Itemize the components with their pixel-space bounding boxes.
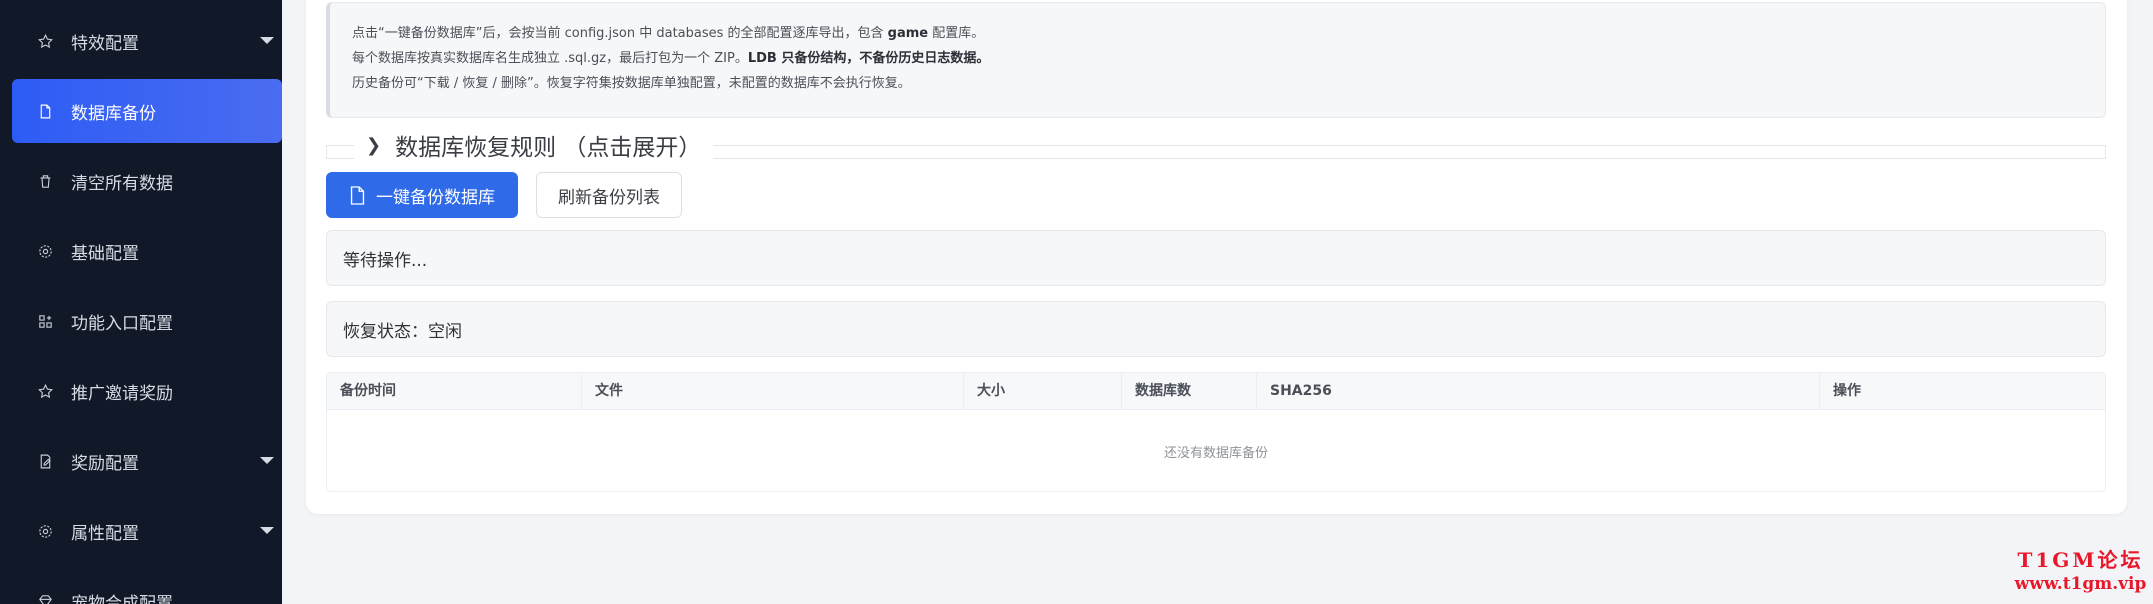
column-file: 文件: [582, 373, 964, 410]
sidebar-item-feature-entry[interactable]: 功能入口配置: [12, 289, 282, 353]
table-empty-text: 还没有数据库备份: [1163, 445, 1268, 461]
watermark: T1GM论坛 www.t1gm.vip: [2008, 548, 2153, 596]
grid-icon: [35, 311, 55, 331]
column-actions: 操作: [1833, 383, 1861, 399]
trash-icon: [35, 171, 55, 191]
document-icon: [35, 101, 55, 121]
notice-line-3: 历史备份可“下载 / 恢复 / 删除”。恢复字符集按数据库单独配置，未配置的数据…: [352, 76, 911, 91]
sidebar-item-effects[interactable]: 特效配置: [12, 9, 282, 73]
restore-rules-collapse[interactable]: ❯ 数据库恢复规则 （点击展开）: [326, 131, 2106, 161]
document-icon: [350, 185, 365, 205]
sidebar-item-invite-reward[interactable]: 推广邀请奖励: [12, 359, 282, 423]
backup-table: 备份时间 文件 大小 数据库数 SHA256 操作 还没有数据库备份: [326, 372, 2106, 492]
sidebar-item-basic-config[interactable]: 基础配置: [12, 219, 282, 283]
backup-database-button[interactable]: 一键备份数据库: [326, 172, 518, 218]
column-size: 大小: [964, 373, 1122, 410]
notice-line-2: 每个数据库按真实数据库名生成独立 .sql.gz，最后打包为一个 ZIP。LDB…: [352, 51, 990, 66]
sidebar-item-label: 基础配置: [71, 243, 139, 264]
chevron-down-icon: [260, 37, 274, 44]
edit-icon: [35, 451, 55, 471]
star-icon: [35, 381, 55, 401]
watermark-line-1: T1GM论坛: [2017, 548, 2144, 572]
column-db-count: 数据库数: [1122, 373, 1257, 410]
sidebar-item-label: 功能入口配置: [71, 313, 173, 334]
sidebar-item-label: 奖励配置: [71, 453, 139, 474]
sidebar-item-label: 推广邀请奖励: [71, 383, 173, 404]
chevron-down-icon: [260, 457, 274, 464]
sidebar-item-pet-synthesis[interactable]: 宠物合成配置: [12, 569, 282, 604]
sidebar-item-label: 宠物合成配置: [71, 593, 173, 604]
sidebar-item-db-backup[interactable]: 数据库备份: [12, 79, 282, 143]
backup-notice: 点击“一键备份数据库”后，会按当前 config.json 中 database…: [326, 2, 2106, 118]
sidebar: 特效配置 数据库备份 清空所有数据 基础配置 功能入口配置 推广邀请奖励 奖励配…: [0, 0, 282, 604]
sidebar-item-label: 属性配置: [71, 523, 139, 544]
restore-rules-label: 数据库恢复规则 （点击展开）: [395, 135, 702, 161]
gem-icon: [35, 591, 55, 604]
gear-icon: [35, 241, 55, 261]
gear-icon: [35, 521, 55, 541]
column-sha256: SHA256: [1257, 373, 1820, 410]
sidebar-item-attribute-config[interactable]: 属性配置: [12, 499, 282, 563]
sidebar-item-label: 数据库备份: [71, 103, 156, 124]
watermark-line-2: www.t1gm.vip: [2014, 574, 2147, 594]
sidebar-item-clear-data[interactable]: 清空所有数据: [12, 149, 282, 213]
operation-status: 等待操作...: [326, 230, 2106, 286]
sidebar-item-label: 特效配置: [71, 33, 139, 54]
sidebar-item-label: 清空所有数据: [71, 173, 173, 194]
chevron-right-icon: ❯: [366, 134, 382, 156]
column-backup-time: 备份时间: [327, 373, 582, 410]
refresh-backup-list-button[interactable]: 刷新备份列表: [536, 172, 682, 218]
chevron-down-icon: [260, 527, 274, 534]
backup-panel: 点击“一键备份数据库”后，会按当前 config.json 中 database…: [306, 0, 2127, 514]
sidebar-item-reward-config[interactable]: 奖励配置: [12, 429, 282, 493]
star-icon: [35, 31, 55, 51]
table-header: 备份时间 文件 大小 数据库数 SHA256 操作: [327, 373, 2105, 410]
notice-line-1: 点击“一键备份数据库”后，会按当前 config.json 中 database…: [352, 26, 985, 41]
restore-status: 恢复状态：空闲: [326, 301, 2106, 357]
